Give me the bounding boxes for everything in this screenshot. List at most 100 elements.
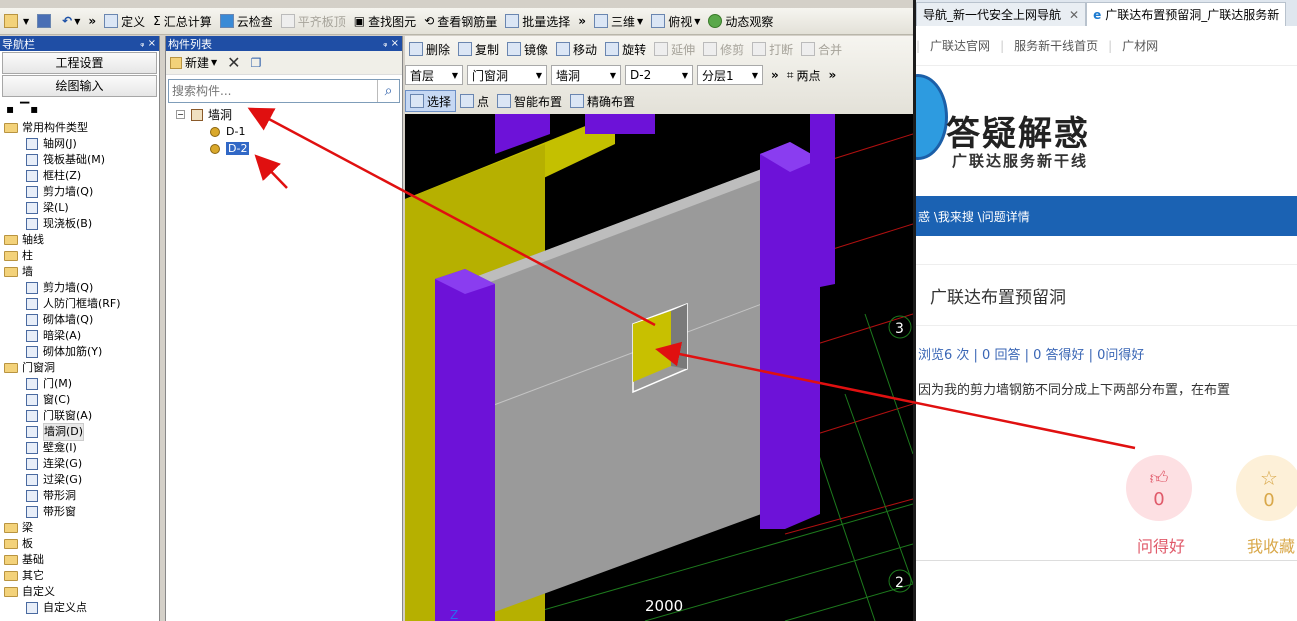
extend-button[interactable]: 延伸 <box>650 38 699 60</box>
project-settings-button[interactable]: 工程设置 <box>2 52 157 74</box>
link-glodon-official[interactable]: 广联达官网 <box>920 37 1000 54</box>
tree-folder[interactable]: 自定义 <box>0 584 159 600</box>
define-button[interactable]: 定义 <box>100 10 149 32</box>
sum-calc-button[interactable]: Σ 汇总计算 <box>149 10 216 32</box>
tree-item[interactable]: 墙洞(D) <box>0 423 159 441</box>
column-back-right[interactable] <box>810 114 835 289</box>
copy-component-icon[interactable]: ❐ <box>251 56 262 70</box>
two-points-button[interactable]: ⌗ 两点 <box>783 64 825 86</box>
tree-item[interactable]: 砌体墙(Q) <box>0 312 159 328</box>
tree-item[interactable]: 壁龛(I) <box>0 440 159 456</box>
component-item-d2[interactable]: D-2 <box>166 140 402 157</box>
tree-folder[interactable]: 墙 <box>0 264 159 280</box>
floor-combo[interactable]: 首层 ▼ <box>405 65 463 85</box>
cursor-button[interactable]: 选择 <box>405 90 457 112</box>
tree-item[interactable]: 窗(C) <box>0 392 159 408</box>
merge-button[interactable]: 合并 <box>797 38 846 60</box>
precise-place-button[interactable]: 精确布置 <box>566 90 639 112</box>
tree-folder[interactable]: 常用构件类型 <box>0 120 159 136</box>
tree-item[interactable]: 框柱(Z) <box>0 168 159 184</box>
collapse-icon[interactable]: − <box>176 110 185 119</box>
tree-folder[interactable]: 基础 <box>0 552 159 568</box>
tree-item[interactable]: 剪力墙(Q) <box>0 280 159 296</box>
search-icon[interactable]: ⌕ <box>377 80 399 102</box>
close-tab-icon[interactable]: ✕ <box>1069 8 1079 22</box>
mirror-label: 镜像 <box>524 42 549 57</box>
type-combo[interactable]: 墙洞 ▼ <box>551 65 621 85</box>
component-combo[interactable]: D-2 ▼ <box>625 65 693 85</box>
drawing-input-button[interactable]: 绘图输入 <box>2 75 157 97</box>
favorite-button[interactable]: ☆ 0 我收藏 <box>1236 455 1297 557</box>
category-value: 门窗洞 <box>472 68 509 83</box>
tree-item[interactable]: 轴网(J) <box>0 136 159 152</box>
mirror-button[interactable]: 镜像 <box>503 38 552 60</box>
site-breadcrumb[interactable]: 惑 \我来搜 \问题详情 <box>916 196 1297 236</box>
tree-item[interactable]: 人防门框墙(RF) <box>0 296 159 312</box>
tree-item[interactable]: 门(M) <box>0 376 159 392</box>
tree-item[interactable]: 梁(L) <box>0 200 159 216</box>
column-back-mid[interactable] <box>585 114 655 134</box>
link-material-net[interactable]: 广材网 <box>1112 37 1168 54</box>
delete-component-icon[interactable]: ✕ <box>227 53 240 72</box>
align-slab-button[interactable]: 平齐板顶 <box>277 10 350 32</box>
column-front-left[interactable] <box>435 269 495 621</box>
category-combo[interactable]: 门窗洞 ▼ <box>467 65 547 85</box>
tree-item[interactable]: 剪力墙(Q) <box>0 184 159 200</box>
find-element-button[interactable]: ▣ 查找图元 <box>350 10 420 32</box>
new-component-button[interactable]: 新建 ▼ <box>170 54 217 71</box>
tree-item[interactable]: 筏板基础(M) <box>0 152 159 168</box>
toolbar-overflow-2[interactable]: » <box>574 14 590 28</box>
tree-item[interactable]: 过梁(G) <box>0 472 159 488</box>
top-view-button[interactable]: 俯视 ▼ <box>647 10 704 32</box>
3d-scene[interactable]: 3 2 2000 Z <box>405 114 913 621</box>
tree-label: 梁 <box>22 521 33 534</box>
tree-item[interactable]: 门联窗(A) <box>0 408 159 424</box>
tree-item[interactable]: 砌体加筋(Y) <box>0 344 159 360</box>
component-item-d1[interactable]: D-1 <box>166 123 402 140</box>
pin-close-icon[interactable]: ᵩ × <box>140 38 159 49</box>
layer-combo[interactable]: 分层1 ▼ <box>697 65 763 85</box>
component-root-row[interactable]: − 墙洞 <box>166 106 402 123</box>
tree-folder[interactable]: 梁 <box>0 520 159 536</box>
orbit-label: 动态观察 <box>725 14 774 29</box>
good-question-button[interactable]: 👍︎ 0 问得好 <box>1126 455 1196 557</box>
tree-item[interactable]: 连梁(G) <box>0 456 159 472</box>
tree-item[interactable]: 自定义点 <box>0 600 159 616</box>
component-search-input[interactable] <box>169 81 377 101</box>
copy-icon <box>458 42 473 56</box>
open-button[interactable]: ▼ <box>0 10 33 32</box>
tree-toolbar-icon[interactable]: ▪ ▔▪ <box>0 98 159 120</box>
copy-button[interactable]: 复制 <box>454 38 503 60</box>
3d-view-button[interactable]: 三维 ▼ <box>590 10 647 32</box>
delete-button[interactable]: 删除 <box>405 38 454 60</box>
tree-item[interactable]: 现浇板(B) <box>0 216 159 232</box>
undo-button[interactable]: ↶ ▼ <box>58 10 84 32</box>
tree-item[interactable]: 带形窗 <box>0 504 159 520</box>
link-service-home[interactable]: 服务新干线首页 <box>1004 37 1108 54</box>
tree-folder[interactable]: 板 <box>0 536 159 552</box>
toolbar-overflow-4[interactable]: » <box>825 68 841 82</box>
batch-select-button[interactable]: 批量选择 <box>501 10 574 32</box>
orbit-button[interactable]: 动态观察 <box>704 10 777 32</box>
tree-item[interactable]: 带形洞 <box>0 488 159 504</box>
browser-tab-current[interactable]: e 广联达布置预留洞_广联达服务新 <box>1086 2 1287 26</box>
trim-button[interactable]: 修剪 <box>699 38 748 60</box>
pin-close-icon[interactable]: ᵩ × <box>383 38 402 49</box>
view-rebar-button[interactable]: ⟲ 查看钢筋量 <box>420 10 501 32</box>
cloud-check-button[interactable]: 云检查 <box>216 10 277 32</box>
point-button[interactable]: 点 <box>456 90 493 112</box>
rotate-button[interactable]: 旋转 <box>601 38 650 60</box>
tree-item[interactable]: 暗梁(A) <box>0 328 159 344</box>
3d-viewport[interactable]: 3 2 2000 Z <box>405 114 913 621</box>
smart-place-button[interactable]: 智能布置 <box>493 90 566 112</box>
toolbar-overflow-1[interactable]: » <box>84 14 100 28</box>
browser-tab-nav[interactable]: 导航_新一代安全上网导航 ✕ <box>916 2 1087 26</box>
tree-folder[interactable]: 其它 <box>0 568 159 584</box>
tree-folder[interactable]: 柱 <box>0 248 159 264</box>
tree-folder[interactable]: 轴线 <box>0 232 159 248</box>
move-button[interactable]: 移动 <box>552 38 601 60</box>
save-button[interactable] <box>33 10 58 32</box>
toolbar-overflow-3[interactable]: » <box>767 68 783 82</box>
break-button[interactable]: 打断 <box>748 38 797 60</box>
tree-folder[interactable]: 门窗洞 <box>0 360 159 376</box>
